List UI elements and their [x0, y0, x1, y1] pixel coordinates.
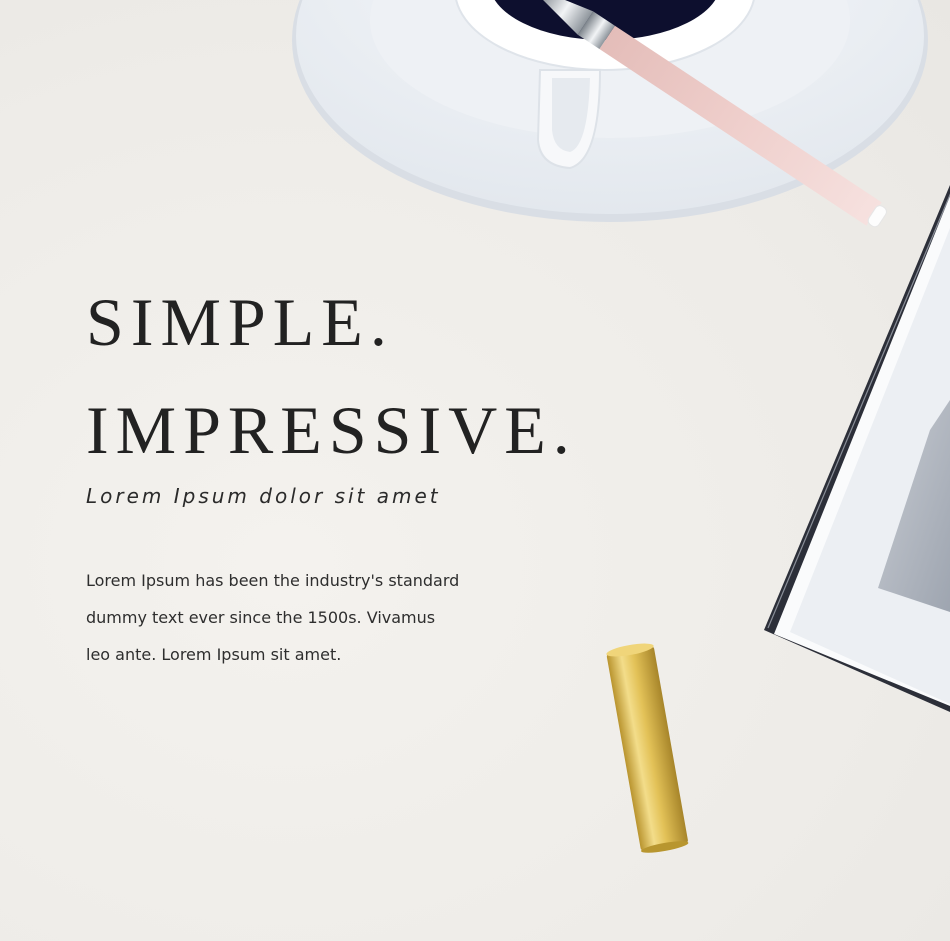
pen-cap — [606, 643, 689, 853]
body-copy: Lorem Ipsum has been the industry's stan… — [86, 562, 526, 673]
body-line-2: dummy text ever since the 1500s. Vivamus — [86, 608, 436, 627]
hero-section: SIMPLE. IMPRESSIVE. Lorem Ipsum dolor si… — [0, 0, 950, 941]
headline-line-1: SIMPLE. — [86, 284, 394, 360]
headline: SIMPLE. IMPRESSIVE. — [86, 268, 577, 484]
body-line-3: leo ante. Lorem Ipsum sit amet. — [86, 645, 342, 664]
tagline: Lorem Ipsum dolor sit amet — [86, 484, 441, 508]
body-line-1: Lorem Ipsum has been the industry's stan… — [86, 571, 460, 590]
magazine — [764, 185, 950, 712]
headline-line-2: IMPRESSIVE. — [86, 392, 577, 468]
